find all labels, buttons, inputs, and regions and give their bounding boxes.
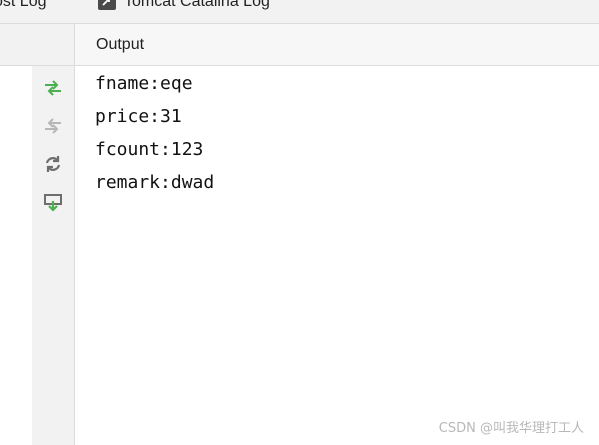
tab-label: Tomcat Catalina Log xyxy=(124,0,270,10)
console-line: remark:dwad xyxy=(95,172,215,193)
tab-tomcat-catalina-log[interactable]: Tomcat Catalina Log xyxy=(98,0,270,13)
ide-window: ost Log Tomcat Catalina Log xyxy=(0,0,599,445)
output-panel-header: Output xyxy=(75,24,599,66)
output-panel-title: Output xyxy=(96,36,145,53)
console-toolbar xyxy=(32,66,75,445)
scroll-to-end-button[interactable] xyxy=(42,79,64,101)
console-output[interactable]: fname:eqe price:31 fcount:123 remark:dwa… xyxy=(75,66,599,445)
log-icon xyxy=(98,0,116,10)
left-panel-header xyxy=(0,24,75,66)
log-tab-bar: ost Log Tomcat Catalina Log xyxy=(0,0,599,24)
rerun-icon xyxy=(42,153,64,180)
console-line: fcount:123 xyxy=(95,139,204,160)
watermark: CSDN @叫我华理打工人 xyxy=(438,421,584,436)
rerun-button[interactable] xyxy=(42,155,64,177)
console-line: price:31 xyxy=(95,106,182,127)
left-panel-blank xyxy=(0,24,32,445)
up-stack-trace-icon xyxy=(42,115,64,142)
up-stack-trace-button[interactable] xyxy=(42,117,64,139)
soft-wrap-button[interactable] xyxy=(42,192,64,219)
tab-localhost-log[interactable]: ost Log xyxy=(0,0,46,13)
scroll-to-end-icon xyxy=(42,77,64,104)
soft-wrap-icon xyxy=(42,192,64,219)
tab-label: ost Log xyxy=(0,0,47,10)
console-line: fname:eqe xyxy=(95,73,193,94)
